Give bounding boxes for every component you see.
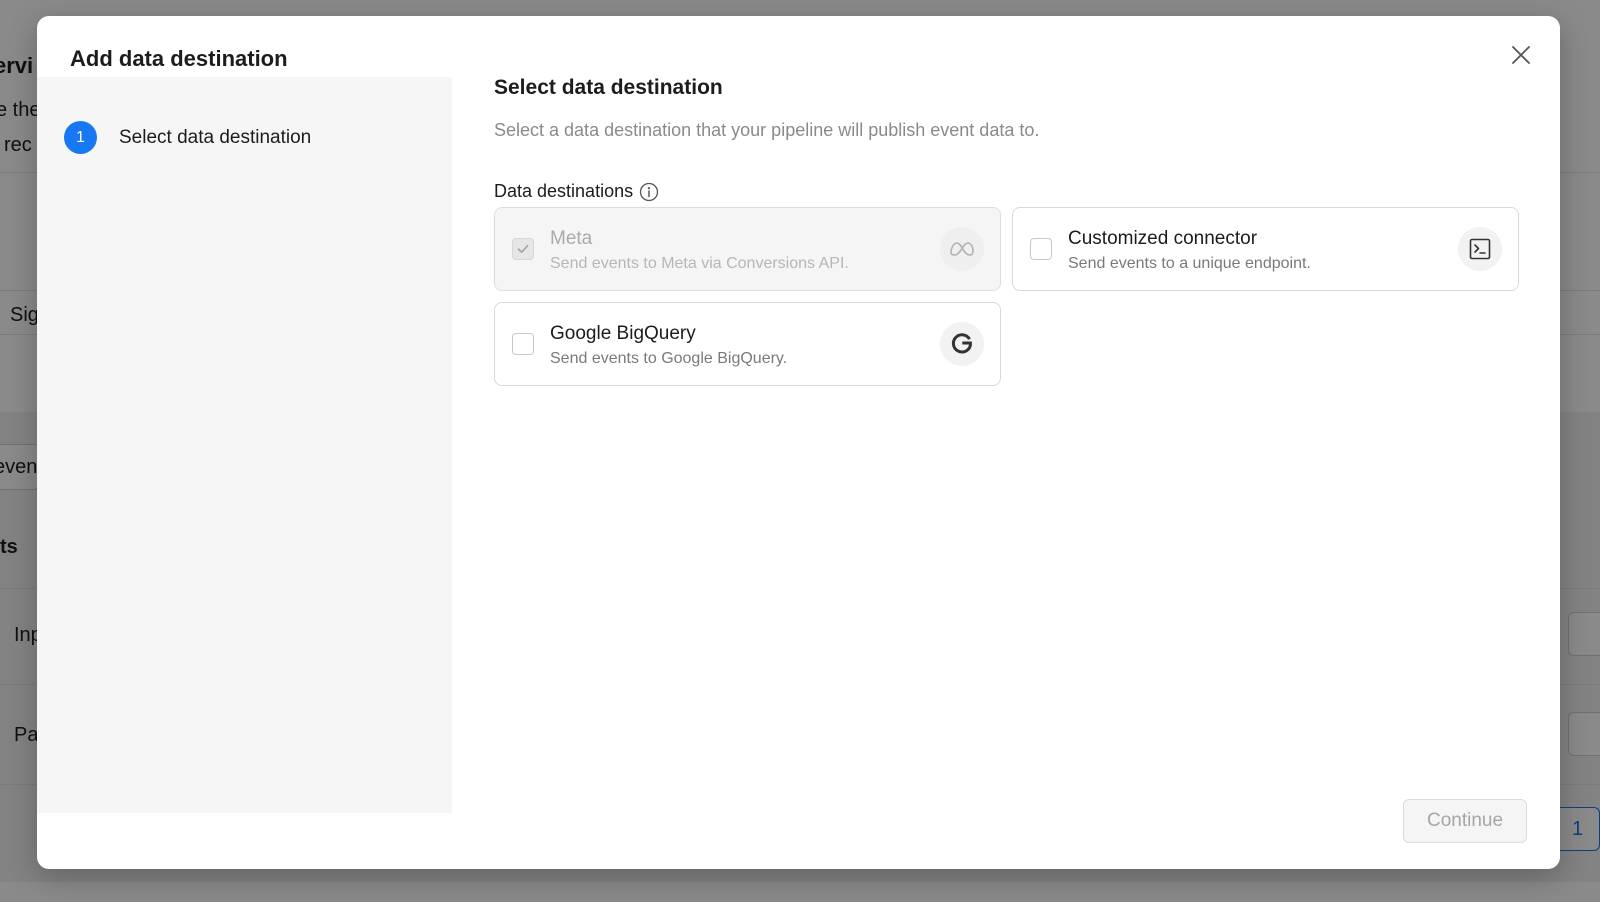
info-icon[interactable] (639, 182, 659, 202)
destination-subtitle: Send events to Meta via Conversions API. (550, 255, 849, 272)
step-number-badge: 1 (64, 121, 97, 154)
customized-connector-checkbox[interactable] (1030, 238, 1052, 260)
destination-content: Select data destination Select a data de… (494, 76, 1519, 386)
meta-checkbox (512, 238, 534, 260)
data-destinations-label: Data destinations (494, 181, 1514, 202)
modal-title: Add data destination (70, 46, 288, 71)
destination-title: Meta (550, 228, 593, 249)
google-bigquery-checkbox[interactable] (512, 333, 534, 355)
meta-logo-icon (940, 227, 984, 271)
add-destination-modal: Add data destination 1 Select data desti… (37, 16, 1560, 869)
destination-subtitle: Send events to Google BigQuery. (550, 350, 788, 367)
google-icon (940, 322, 984, 366)
terminal-icon (1458, 227, 1502, 271)
step-item-select-destination: 1 Select data destination (64, 121, 311, 154)
destination-card-meta: Meta Send events to Meta via Conversions… (494, 207, 1001, 291)
checkmark-icon (516, 242, 530, 256)
continue-button[interactable]: Continue (1403, 799, 1527, 843)
content-description: Select a data destination that your pipe… (494, 120, 1040, 140)
section-label-text: Data destinations (494, 181, 634, 201)
destination-title: Google BigQuery (550, 323, 696, 344)
content-title: Select data destination (494, 76, 723, 99)
destination-title: Customized connector (1068, 228, 1258, 249)
step-label: Select data destination (119, 126, 312, 148)
destination-card-google-bigquery[interactable]: Google BigQuery Send events to Google Bi… (494, 302, 1001, 386)
destination-subtitle: Send events to a unique endpoint. (1068, 255, 1311, 272)
close-icon (1511, 45, 1531, 65)
close-button[interactable] (1506, 40, 1536, 70)
destination-card-customized-connector[interactable]: Customized connector Send events to a un… (1012, 207, 1519, 291)
destination-options: Meta Send events to Meta via Conversions… (494, 207, 1519, 386)
stepper-sidebar: 1 Select data destination (37, 77, 452, 813)
